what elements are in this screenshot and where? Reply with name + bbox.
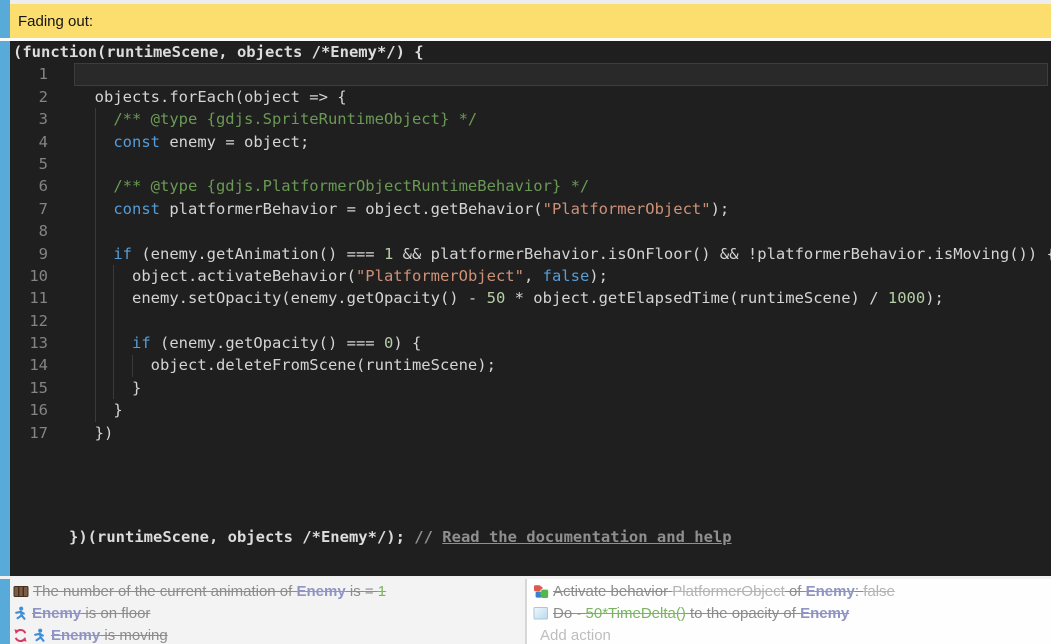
line-number: 6 (10, 175, 48, 197)
code-line-text (48, 310, 76, 332)
event-sheet: Fading out: (function(runtimeScene, obje… (0, 0, 1051, 644)
code-footer-text: })(runtimeScene, objects /*Enemy*/); (69, 528, 414, 546)
line-number: 14 (10, 354, 48, 376)
code-line[interactable]: 1 (10, 63, 1051, 85)
line-number: 17 (10, 422, 48, 444)
line-number: 5 (10, 153, 48, 175)
invert-icon (13, 628, 28, 643)
code-line-text: }) (48, 422, 113, 444)
line-number: 8 (10, 220, 48, 242)
code-line-text: const platformerBehavior = object.getBeh… (48, 198, 729, 220)
event-selection-strip (0, 0, 10, 644)
line-number: 10 (10, 265, 48, 287)
action-row-text: Do - 50*TimeDelta() to the opacity of En… (553, 605, 849, 622)
comment-event[interactable]: Fading out: (10, 4, 1051, 38)
comment-event-text: Fading out: (18, 13, 93, 30)
code-lines: 12 objects.forEach(object => {3 /** @typ… (10, 63, 1051, 444)
line-number: 15 (10, 377, 48, 399)
condition-row[interactable]: Enemy is moving (13, 624, 525, 644)
code-line-text: } (48, 399, 123, 421)
code-line[interactable]: 4 const enemy = object; (10, 131, 1051, 153)
code-line[interactable]: 12 (10, 310, 1051, 332)
code-footer-line: })(runtimeScene, objects /*Enemy*/); // … (13, 504, 732, 571)
line-number: 4 (10, 131, 48, 153)
code-line[interactable]: 7 const platformerBehavior = object.getB… (10, 198, 1051, 220)
line-number: 1 (10, 63, 48, 85)
code-line-text (48, 153, 76, 175)
action-row[interactable]: Do - 50*TimeDelta() to the opacity of En… (533, 602, 1051, 624)
code-line-text: } (48, 377, 141, 399)
action-row-text: Activate behavior PlatformerObject of En… (553, 583, 895, 600)
code-line-text (48, 220, 76, 242)
platformer-icon (32, 628, 47, 643)
condition-row[interactable]: Enemy is on floor (13, 602, 525, 624)
standard-event: The number of the current animation of E… (10, 579, 1051, 644)
code-line-text: enemy.setOpacity(enemy.getOpacity() - 50… (48, 287, 944, 309)
line-number: 11 (10, 287, 48, 309)
code-line-text: /** @type {gdjs.PlatformerObjectRuntimeB… (48, 175, 589, 197)
code-line[interactable]: 13 if (enemy.getOpacity() === 0) { (10, 332, 1051, 354)
condition-row[interactable]: The number of the current animation of E… (13, 580, 525, 602)
line-number: 13 (10, 332, 48, 354)
code-line[interactable]: 17 }) (10, 422, 1051, 444)
line-number: 7 (10, 198, 48, 220)
animation-icon (13, 584, 29, 599)
comment-slashes: // (414, 528, 442, 546)
platformer-icon (13, 606, 28, 621)
code-line[interactable]: 3 /** @type {gdjs.SpriteRuntimeObject} *… (10, 108, 1051, 130)
code-line-text: if (enemy.getOpacity() === 0) { (48, 332, 421, 354)
line-number: 9 (10, 243, 48, 265)
opacity-icon (533, 606, 549, 621)
code-line[interactable]: 14 object.deleteFromScene(runtimeScene); (10, 354, 1051, 376)
code-line[interactable]: 11 enemy.setOpacity(enemy.getOpacity() -… (10, 287, 1051, 309)
line-number: 3 (10, 108, 48, 130)
code-line[interactable]: 10 object.activateBehavior("PlatformerOb… (10, 265, 1051, 287)
behavior-icon (533, 584, 549, 599)
actions-list: Activate behavior PlatformerObject of En… (533, 580, 1051, 624)
action-row[interactable]: Activate behavior PlatformerObject of En… (533, 580, 1051, 602)
js-code-editor[interactable]: (function(runtimeScene, objects /*Enemy*… (10, 41, 1051, 576)
code-line[interactable]: 5 (10, 153, 1051, 175)
code-line-text: /** @type {gdjs.SpriteRuntimeObject} */ (48, 108, 477, 130)
actions-column: Activate behavior PlatformerObject of En… (527, 579, 1051, 644)
conditions-column: The number of the current animation of E… (10, 579, 527, 644)
documentation-link[interactable]: Read the documentation and help (442, 528, 731, 546)
code-line[interactable]: 9 if (enemy.getAnimation() === 1 && plat… (10, 243, 1051, 265)
code-line[interactable]: 16 } (10, 399, 1051, 421)
line-number: 16 (10, 399, 48, 421)
code-line-text: const enemy = object; (48, 131, 309, 153)
code-line[interactable]: 2 objects.forEach(object => { (10, 86, 1051, 108)
line-number: 2 (10, 86, 48, 108)
condition-row-text: Enemy is moving (51, 627, 168, 644)
condition-row-text: Enemy is on floor (32, 605, 150, 622)
code-line-text: if (enemy.getAnimation() === 1 && platfo… (48, 243, 1051, 265)
code-line-text (48, 63, 76, 85)
code-header-line: (function(runtimeScene, objects /*Enemy*… (10, 41, 1051, 63)
code-line[interactable]: 15 } (10, 377, 1051, 399)
code-line[interactable]: 8 (10, 220, 1051, 242)
code-line-text: object.deleteFromScene(runtimeScene); (48, 354, 496, 376)
line-number: 12 (10, 310, 48, 332)
code-line-text: object.activateBehavior("PlatformerObjec… (48, 265, 608, 287)
condition-row-text: The number of the current animation of E… (33, 583, 386, 600)
code-line[interactable]: 6 /** @type {gdjs.PlatformerObjectRuntim… (10, 175, 1051, 197)
add-action-button[interactable]: Add action (533, 624, 1051, 644)
code-line-text: objects.forEach(object => { (48, 86, 347, 108)
